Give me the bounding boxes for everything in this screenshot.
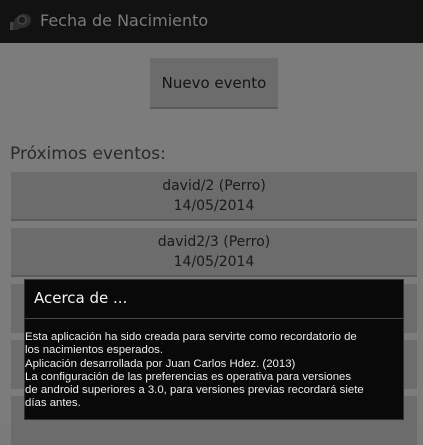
dialog-line: Aplicación desarrollada por Juan Carlos … — [25, 357, 296, 370]
event-name: david/2 (Perro) — [162, 178, 266, 194]
event-item[interactable]: david2/3 (Perro) 14/05/2014 — [11, 228, 417, 277]
dialog-message: Esta aplicación ha sido creada para serv… — [25, 331, 403, 411]
event-item[interactable]: david/2 (Perro) 14/05/2014 — [11, 172, 417, 221]
app-logo-icon — [10, 13, 31, 30]
dialog-line: de android superiores a 3.0, para versio… — [25, 384, 364, 397]
app-title: Fecha de Nacimiento — [40, 11, 209, 30]
about-dialog: Acerca de ... Esta aplicación ha sido cr… — [24, 279, 404, 420]
dialog-line: los nacimientos esperados. — [25, 344, 164, 357]
dialog-line: Esta aplicación ha sido creada para serv… — [25, 331, 357, 343]
action-bar: Fecha de Nacimiento — [0, 0, 423, 43]
dialog-title: Acerca de ... — [34, 289, 128, 307]
dialog-line: La configuración de las preferencias es … — [25, 370, 352, 383]
event-date: 14/05/2014 — [173, 254, 255, 270]
new-event-button[interactable]: Nuevo evento — [150, 58, 278, 109]
dialog-line: días antes. — [25, 397, 81, 410]
dialog-divider — [25, 318, 403, 319]
event-date: 14/05/2014 — [173, 198, 255, 214]
event-name: david2/3 (Perro) — [157, 234, 271, 250]
upcoming-events-label: Próximos eventos: — [10, 144, 166, 164]
